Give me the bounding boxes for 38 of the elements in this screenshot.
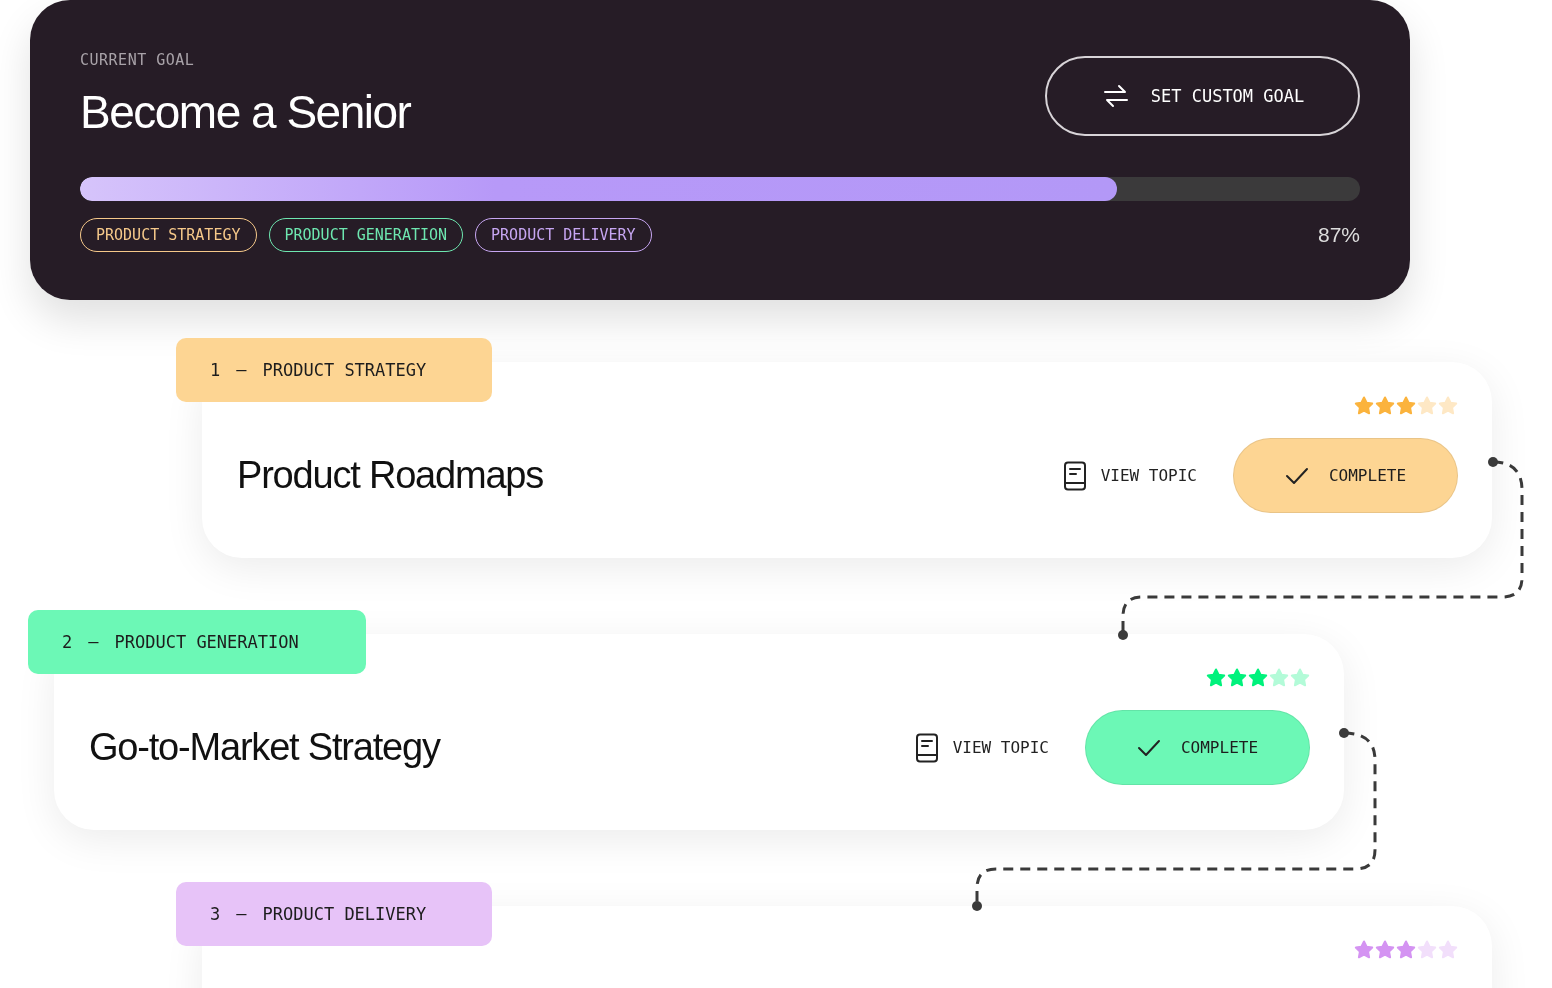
set-custom-goal-button[interactable]: SET CUSTOM GOAL [1045, 56, 1360, 136]
progress-percent: 87% [1317, 223, 1360, 247]
star-icon [1354, 940, 1374, 960]
star-icon [1417, 940, 1437, 960]
document-icon [1062, 460, 1087, 491]
topic-title: Go-to-Market Strategy [89, 726, 440, 769]
star-icon [1227, 668, 1247, 688]
star-icon [1375, 396, 1395, 416]
star-icon [1417, 396, 1437, 416]
view-topic-link[interactable]: VIEW TOPIC [914, 732, 1049, 763]
complete-button[interactable]: COMPLETE [1233, 438, 1458, 513]
step-dash: — [236, 904, 247, 924]
star-icon [1396, 940, 1416, 960]
star-icon [1438, 940, 1458, 960]
step-number: 3 [210, 904, 221, 924]
step-dash: — [236, 360, 247, 380]
star-icon [1269, 668, 1289, 688]
check-icon [1284, 465, 1309, 486]
star-icon [1206, 668, 1226, 688]
star-icon [1354, 396, 1374, 416]
complete-button[interactable]: COMPLETE [1085, 710, 1310, 785]
goal-caption: CURRENT GOAL [80, 51, 196, 69]
step-dash: — [88, 632, 99, 652]
document-icon [914, 732, 939, 763]
star-icon [1248, 668, 1268, 688]
goal-title: Become a Senior [80, 85, 411, 139]
star-icon [1396, 396, 1416, 416]
step-number: 1 [210, 360, 221, 380]
star-icon [1438, 396, 1458, 416]
step-name: PRODUCT STRATEGY [262, 360, 427, 380]
topic-title: Product Roadmaps [237, 454, 544, 497]
step-name: PRODUCT DELIVERY [262, 904, 427, 924]
check-icon [1136, 737, 1161, 758]
step-number: 2 [62, 632, 73, 652]
star-icon [1290, 668, 1310, 688]
view-topic-link[interactable]: VIEW TOPIC [1062, 460, 1197, 491]
step-name: PRODUCT GENERATION [114, 632, 299, 652]
star-icon [1375, 940, 1395, 960]
